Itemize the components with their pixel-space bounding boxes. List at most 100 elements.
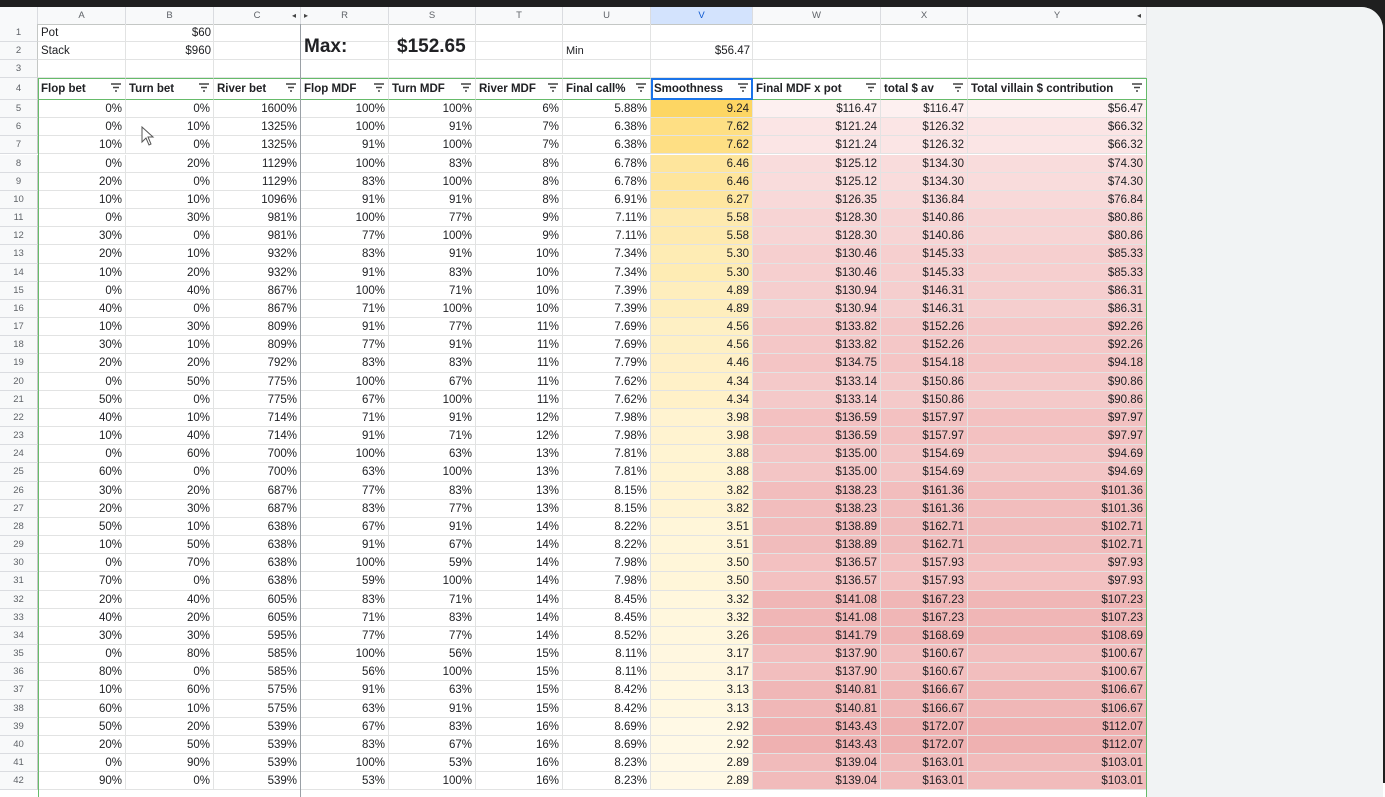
table-cell-b[interactable]: 30% — [126, 626, 214, 646]
table-cell-y[interactable]: $112.07 — [968, 717, 1147, 736]
table-cell-b[interactable]: 0% — [126, 227, 214, 246]
filter-icon[interactable] — [738, 83, 748, 92]
table-cell-c[interactable]: 714% — [214, 427, 301, 446]
row-header[interactable]: 35 — [0, 645, 38, 664]
table-cell-y[interactable]: $94.18 — [968, 354, 1147, 373]
column-header-c[interactable]: C — [214, 7, 301, 24]
filter-icon[interactable] — [548, 83, 558, 92]
table-cell-b[interactable]: 20% — [126, 154, 214, 173]
table-cell-u[interactable]: 7.34% — [563, 263, 651, 282]
table-cell-t[interactable]: 7% — [476, 118, 563, 137]
table-cell-y[interactable]: $94.69 — [968, 463, 1147, 482]
table-cell-a[interactable]: 10% — [38, 190, 126, 209]
table-cell-s[interactable]: 100% — [389, 572, 476, 591]
table-cell-r[interactable]: 63% — [301, 463, 389, 482]
table-cell-r[interactable]: 100% — [301, 209, 389, 228]
table-cell-x[interactable]: $166.67 — [881, 699, 968, 718]
table-cell-t[interactable]: 15% — [476, 699, 563, 718]
scroll-right-arrow-icon[interactable]: ◂ — [1134, 7, 1144, 24]
table-cell-y[interactable]: $103.01 — [968, 754, 1147, 773]
table-cell-x[interactable]: $154.18 — [881, 354, 968, 373]
table-cell-s[interactable]: 100% — [389, 227, 476, 246]
table-cell-w[interactable]: $130.94 — [753, 299, 881, 319]
table-cell-t[interactable]: 10% — [476, 281, 563, 300]
table-cell-a[interactable]: 20% — [38, 172, 126, 191]
column-header-w[interactable]: W — [753, 7, 881, 24]
row-header[interactable]: 12 — [0, 227, 38, 246]
table-cell-t[interactable]: 16% — [476, 754, 563, 773]
column-header-s[interactable]: S — [389, 7, 476, 24]
table-cell-s[interactable]: 91% — [389, 336, 476, 355]
table-cell-v[interactable]: 5.58 — [651, 209, 753, 228]
row-header[interactable]: 8 — [0, 154, 38, 173]
grid-cell[interactable] — [968, 24, 1147, 42]
table-cell-v[interactable]: 3.17 — [651, 663, 753, 682]
table-cell-a[interactable]: 0% — [38, 118, 126, 137]
table-cell-r[interactable]: 100% — [301, 754, 389, 773]
table-cell-v[interactable]: 2.89 — [651, 772, 753, 791]
column-title-total-av[interactable]: total $ av — [881, 78, 968, 100]
table-cell-t[interactable]: 8% — [476, 172, 563, 191]
table-cell-y[interactable]: $86.31 — [968, 281, 1147, 300]
table-cell-t[interactable]: 15% — [476, 681, 563, 700]
table-cell-a[interactable]: 40% — [38, 408, 126, 428]
table-cell-y[interactable]: $74.30 — [968, 172, 1147, 191]
table-cell-y[interactable]: $97.97 — [968, 427, 1147, 446]
table-cell-t[interactable]: 6% — [476, 100, 563, 119]
table-cell-t[interactable]: 15% — [476, 645, 563, 664]
table-cell-s[interactable]: 67% — [389, 735, 476, 755]
table-cell-w[interactable]: $130.46 — [753, 263, 881, 282]
table-cell-x[interactable]: $160.67 — [881, 645, 968, 664]
table-cell-b[interactable]: 10% — [126, 408, 214, 428]
table-cell-a[interactable]: 30% — [38, 227, 126, 246]
table-cell-s[interactable]: 100% — [389, 172, 476, 191]
table-cell-s[interactable]: 71% — [389, 590, 476, 609]
table-cell-s[interactable]: 56% — [389, 645, 476, 664]
table-cell-t[interactable]: 10% — [476, 299, 563, 319]
table-cell-c[interactable]: 700% — [214, 445, 301, 464]
row-header[interactable]: 41 — [0, 754, 38, 773]
table-cell-a[interactable]: 0% — [38, 100, 126, 119]
table-cell-x[interactable]: $140.86 — [881, 227, 968, 246]
table-cell-u[interactable]: 6.91% — [563, 190, 651, 209]
row-header[interactable]: 14 — [0, 263, 38, 282]
row-header[interactable]: 33 — [0, 608, 38, 627]
table-cell-t[interactable]: 9% — [476, 227, 563, 246]
table-cell-t[interactable]: 14% — [476, 554, 563, 573]
table-cell-c[interactable]: 1325% — [214, 136, 301, 155]
column-header-r[interactable]: R — [301, 7, 389, 24]
table-cell-s[interactable]: 53% — [389, 754, 476, 773]
row-header[interactable]: 23 — [0, 427, 38, 446]
table-cell-x[interactable]: $152.26 — [881, 336, 968, 355]
table-cell-c[interactable]: 1096% — [214, 190, 301, 209]
table-cell-w[interactable]: $141.79 — [753, 626, 881, 646]
table-cell-t[interactable]: 13% — [476, 445, 563, 464]
table-cell-v[interactable]: 4.89 — [651, 299, 753, 319]
table-cell-r[interactable]: 91% — [301, 190, 389, 209]
table-cell-a[interactable]: 0% — [38, 154, 126, 173]
table-cell-b[interactable]: 50% — [126, 735, 214, 755]
table-cell-a[interactable]: 0% — [38, 209, 126, 228]
table-cell-a[interactable]: 60% — [38, 699, 126, 718]
table-cell-t[interactable]: 14% — [476, 572, 563, 591]
grid-cell[interactable] — [651, 24, 753, 42]
table-cell-r[interactable]: 91% — [301, 263, 389, 282]
table-cell-b[interactable]: 20% — [126, 354, 214, 373]
table-cell-w[interactable]: $137.90 — [753, 663, 881, 682]
table-cell-c[interactable]: 714% — [214, 408, 301, 428]
table-cell-c[interactable]: 638% — [214, 554, 301, 573]
filter-icon[interactable] — [953, 83, 963, 92]
grid-cell[interactable] — [881, 42, 968, 60]
grid-cell[interactable] — [753, 60, 881, 78]
table-cell-t[interactable]: 11% — [476, 336, 563, 355]
table-cell-x[interactable]: $162.71 — [881, 517, 968, 537]
table-cell-v[interactable]: 3.51 — [651, 517, 753, 537]
table-cell-t[interactable]: 14% — [476, 517, 563, 537]
table-cell-r[interactable]: 100% — [301, 100, 389, 119]
table-cell-y[interactable]: $56.47 — [968, 100, 1147, 119]
table-cell-v[interactable]: 4.34 — [651, 390, 753, 409]
row-header[interactable]: 20 — [0, 372, 38, 391]
table-cell-b[interactable]: 80% — [126, 645, 214, 664]
table-cell-b[interactable]: 30% — [126, 499, 214, 518]
column-header-x[interactable]: X — [881, 7, 968, 24]
